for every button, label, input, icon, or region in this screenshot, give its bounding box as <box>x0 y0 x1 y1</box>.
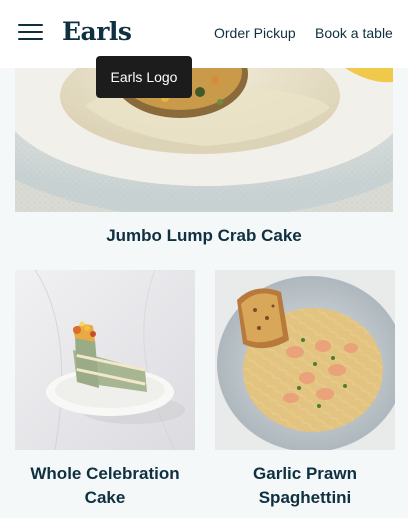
logo-tooltip: Earls Logo <box>96 56 192 98</box>
prawn-spaghettini-title[interactable]: Garlic Prawn Spaghettini <box>215 462 395 510</box>
earls-logo[interactable]: Earls <box>62 17 132 47</box>
hamburger-line <box>18 38 43 40</box>
celebration-cake-photo <box>15 270 195 450</box>
celebration-cake-image[interactable] <box>15 270 195 450</box>
hamburger-menu-icon[interactable] <box>18 23 43 41</box>
crab-cake-photo <box>15 68 393 212</box>
order-pickup-link[interactable]: Order Pickup <box>214 25 296 42</box>
celebration-cake-title[interactable]: Whole Celebration Cake <box>15 462 195 510</box>
hamburger-line <box>18 24 43 26</box>
hamburger-line <box>18 31 43 33</box>
prawn-spaghettini-photo <box>215 270 395 450</box>
prawn-spaghettini-image[interactable] <box>215 270 395 450</box>
book-a-table-link[interactable]: Book a table <box>315 25 393 42</box>
site-header: Earls Order Pickup Book a table <box>0 0 408 68</box>
crab-cake-image[interactable] <box>15 68 393 212</box>
crab-cake-title[interactable]: Jumbo Lump Crab Cake <box>15 224 393 248</box>
